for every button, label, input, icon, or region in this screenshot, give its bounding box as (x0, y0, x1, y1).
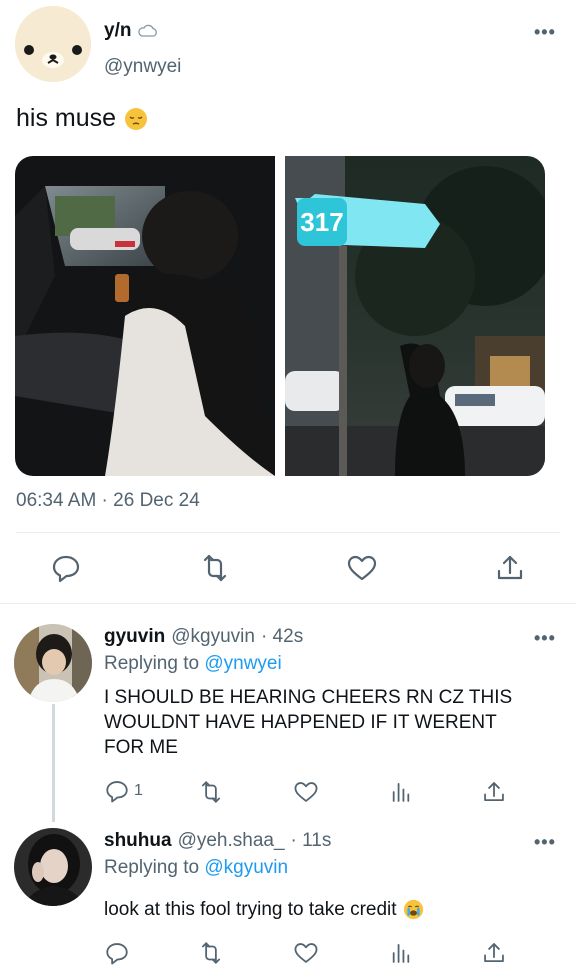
retweet-icon[interactable] (198, 779, 224, 805)
reply-text-line: FOR ME (104, 737, 178, 758)
reply-time[interactable]: · 11s (291, 830, 332, 852)
tweet-text: his muse (16, 104, 148, 133)
tweet-photos[interactable]: 317 (15, 156, 545, 476)
retweet-icon[interactable] (198, 940, 224, 966)
reply-icon[interactable] (50, 552, 82, 584)
cloud-icon (138, 24, 158, 37)
section-divider (0, 603, 576, 604)
reply-button[interactable]: 1 (104, 778, 143, 804)
crying-face-icon (403, 899, 423, 920)
reply-handle[interactable]: @yeh.shaa_ (178, 830, 285, 852)
reply-display-name[interactable]: gyuvin (104, 626, 165, 648)
sign-number: 317 (300, 207, 343, 237)
timestamp[interactable]: 06:34 AM · 26 Dec 24 (16, 490, 200, 512)
reply-count: 1 (134, 782, 143, 799)
share-icon[interactable] (481, 779, 507, 805)
more-options-icon[interactable]: ••• (534, 832, 556, 853)
shuhua-avatar-photo (14, 828, 92, 906)
share-icon[interactable] (494, 552, 526, 584)
reply-icon[interactable] (104, 940, 130, 966)
divider (16, 532, 560, 533)
replying-to-label: Replying to (104, 653, 200, 674)
analytics-icon[interactable] (388, 940, 414, 966)
gyuvin-avatar-photo (14, 624, 92, 702)
replying-to: Replying to @kgyuvin (104, 857, 288, 879)
share-icon[interactable] (481, 940, 507, 966)
analytics-icon[interactable] (388, 779, 414, 805)
reply-text: I SHOULD BE HEARING CHEERS RN CZ THIS WO… (104, 685, 512, 760)
like-icon[interactable] (293, 940, 319, 966)
more-options-icon[interactable]: ••• (534, 628, 556, 649)
reply-handle[interactable]: @kgyuvin (171, 626, 255, 648)
reply-time[interactable]: · 42s (261, 626, 303, 648)
street-photo[interactable] (285, 156, 545, 476)
avatar[interactable] (14, 828, 92, 906)
tweet-text-content: his muse (16, 104, 117, 132)
more-options-icon[interactable]: ••• (534, 22, 556, 43)
like-icon[interactable] (293, 779, 319, 805)
reply-text-line: I SHOULD BE HEARING CHEERS RN CZ THIS (104, 687, 513, 708)
replying-to-link[interactable]: @kgyuvin (204, 857, 288, 878)
replying-to-label: Replying to (104, 857, 200, 878)
retweet-icon[interactable] (199, 552, 231, 584)
reply-text-line: WOULDNT HAVE HAPPENED IF IT WERENT (104, 712, 497, 733)
reply-icon (106, 781, 128, 803)
car-photo[interactable] (15, 156, 275, 476)
reply-text-content: look at this fool trying to take credit (104, 899, 397, 920)
display-name[interactable]: y/n (104, 20, 131, 42)
bear-avatar-icon (15, 6, 91, 82)
user-handle[interactable]: @ynwyei (104, 56, 181, 78)
like-icon[interactable] (346, 552, 378, 584)
media-grid[interactable]: 317 (15, 156, 545, 476)
reply-text: look at this fool trying to take credit (104, 897, 424, 922)
replying-to: Replying to @ynwyei (104, 653, 282, 675)
avatar[interactable] (14, 624, 92, 702)
avatar[interactable] (15, 6, 91, 82)
reply-display-name[interactable]: shuhua (104, 830, 172, 852)
thread-line (52, 704, 55, 822)
replying-to-link[interactable]: @ynwyei (204, 653, 281, 674)
pensive-face-icon (125, 107, 148, 130)
